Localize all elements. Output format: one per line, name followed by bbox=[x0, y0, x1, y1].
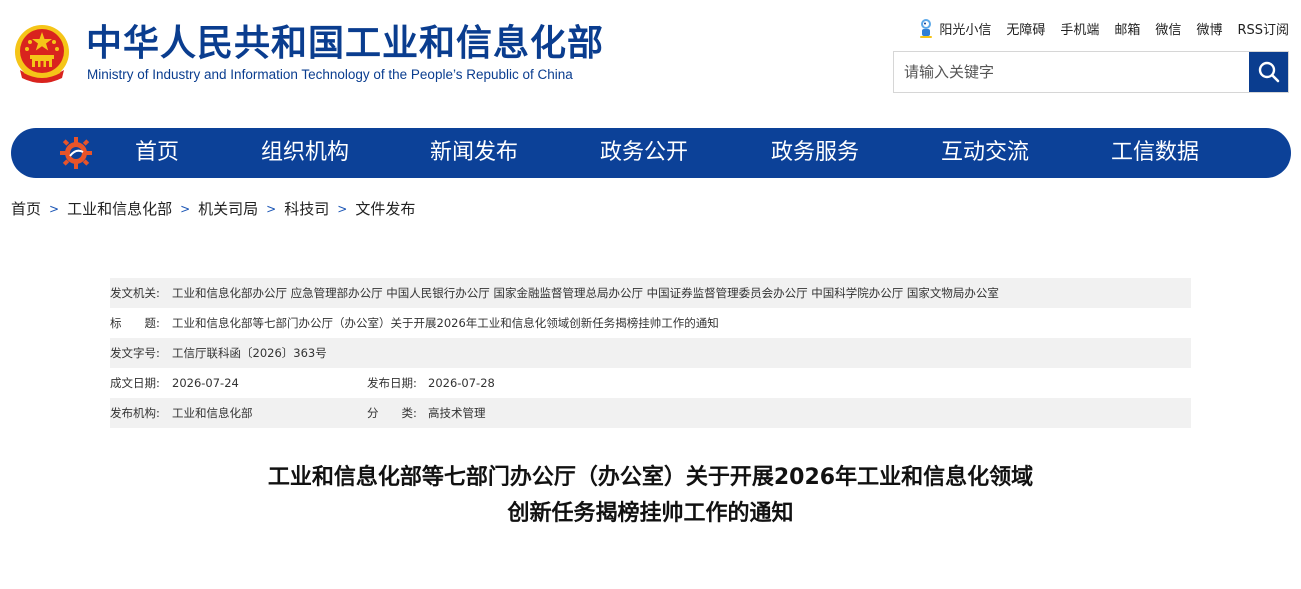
top-link-accessibility[interactable]: 无障碍 bbox=[1006, 19, 1045, 38]
chevron-right-icon: > bbox=[49, 201, 60, 216]
chevron-right-icon: > bbox=[337, 201, 348, 216]
site-title-cn[interactable]: 中华人民共和国工业和信息化部 bbox=[86, 22, 604, 66]
nav-item-data[interactable]: 工信数据 bbox=[1111, 128, 1199, 178]
top-link-label: RSS订阅 bbox=[1237, 22, 1289, 38]
top-link-label: 手机端 bbox=[1060, 22, 1100, 38]
article-title-line: 创新任务揭榜挂帅工作的通知 bbox=[507, 501, 794, 526]
top-link-label: 无障碍 bbox=[1006, 22, 1046, 38]
info-row-issuer: 发文机关: 工业和信息化部办公厅 应急管理部办公厅 中国人民银行办公厅 国家金融… bbox=[110, 278, 1191, 308]
breadcrumb-ministry[interactable]: 工业和信息化部 bbox=[67, 198, 172, 219]
breadcrumb: 首页 > 工业和信息化部 > 机关司局 > 科技司 > 文件发布 bbox=[11, 198, 415, 219]
top-link-label: 微信 bbox=[1155, 22, 1182, 38]
info-label: 发文机关: bbox=[110, 286, 160, 300]
info-value: 工业和信息化部等七部门办公厅（办公室）关于开展2026年工业和信息化领域创新任务… bbox=[172, 316, 719, 330]
nav-item-services[interactable]: 政务服务 bbox=[771, 128, 859, 178]
search-button[interactable] bbox=[1249, 52, 1288, 92]
site-header: 中华人民共和国工业和信息化部 Ministry of Industry and … bbox=[0, 0, 1301, 120]
chevron-right-icon: > bbox=[180, 201, 191, 216]
nav-item-home[interactable]: 首页 bbox=[135, 128, 179, 178]
top-link-wechat[interactable]: 微信 bbox=[1155, 19, 1181, 38]
info-label: 发布机构: bbox=[110, 406, 160, 420]
info-label: 标 题: bbox=[110, 316, 160, 330]
breadcrumb-departments[interactable]: 机关司局 bbox=[198, 198, 258, 219]
chevron-right-icon: > bbox=[266, 201, 277, 216]
nav-item-organization[interactable]: 组织机构 bbox=[261, 128, 349, 178]
mascot-icon bbox=[920, 19, 933, 38]
nav-item-interaction[interactable]: 互动交流 bbox=[941, 128, 1029, 178]
info-label: 成文日期: bbox=[110, 376, 160, 390]
main-nav: 首页 组织机构 新闻发布 政务公开 政务服务 互动交流 工信数据 bbox=[11, 128, 1291, 178]
info-value: 高技术管理 bbox=[428, 406, 486, 420]
nav-item-news[interactable]: 新闻发布 bbox=[430, 128, 518, 178]
nav-item-government-affairs[interactable]: 政务公开 bbox=[600, 128, 688, 178]
top-link-mail[interactable]: 邮箱 bbox=[1114, 19, 1140, 38]
info-value: 工信厅联科函〔2026〕363号 bbox=[172, 346, 327, 360]
search-input[interactable] bbox=[894, 52, 1249, 92]
top-link-rss[interactable]: RSS订阅 bbox=[1237, 19, 1289, 38]
info-value: 2026-07-24 bbox=[172, 376, 239, 390]
info-value: 2026-07-28 bbox=[428, 376, 495, 390]
info-label: 分 类: bbox=[367, 406, 417, 420]
search-icon bbox=[1258, 61, 1279, 83]
breadcrumb-science-dept[interactable]: 科技司 bbox=[284, 198, 329, 219]
top-link-label: 阳光小信 bbox=[939, 22, 992, 38]
article-title: 工业和信息化部等七部门办公厅（办公室）关于开展2026年工业和信息化领域 创新任… bbox=[0, 460, 1301, 532]
info-label: 发文字号: bbox=[110, 346, 160, 360]
national-emblem-icon[interactable] bbox=[12, 22, 72, 86]
site-title-en[interactable]: Ministry of Industry and Information Tec… bbox=[87, 67, 573, 82]
article-title-line: 工业和信息化部等七部门办公厅（办公室）关于开展2026年工业和信息化领域 bbox=[267, 465, 1034, 490]
top-link-label: 微博 bbox=[1196, 22, 1223, 38]
info-row-agency: 发布机构: 工业和信息化部 分 类: 高技术管理 bbox=[110, 398, 1191, 428]
top-link-mobile[interactable]: 手机端 bbox=[1060, 19, 1099, 38]
info-row-dates: 成文日期: 2026-07-24 发布日期: 2026-07-28 bbox=[110, 368, 1191, 398]
top-links: 阳光小信 无障碍 手机端 邮箱 微信 微博 RSS订阅 bbox=[917, 17, 1289, 39]
breadcrumb-documents[interactable]: 文件发布 bbox=[355, 198, 415, 219]
top-link-label: 邮箱 bbox=[1114, 22, 1141, 38]
info-value: 工业和信息化部办公厅 应急管理部办公厅 中国人民银行办公厅 国家金融监督管理总局… bbox=[172, 286, 999, 300]
breadcrumb-home[interactable]: 首页 bbox=[11, 198, 41, 219]
info-value: 工业和信息化部 bbox=[172, 406, 253, 420]
info-row-title: 标 题: 工业和信息化部等七部门办公厅（办公室）关于开展2026年工业和信息化领… bbox=[110, 308, 1191, 338]
document-info-table: 发文机关: 工业和信息化部办公厅 应急管理部办公厅 中国人民银行办公厅 国家金融… bbox=[110, 278, 1191, 428]
info-label: 发布日期: bbox=[367, 376, 417, 390]
top-link-weibo[interactable]: 微博 bbox=[1196, 19, 1222, 38]
miit-gear-logo-icon[interactable] bbox=[59, 136, 93, 170]
info-row-docno: 发文字号: 工信厅联科函〔2026〕363号 bbox=[110, 338, 1191, 368]
top-link-sunshine[interactable]: 阳光小信 bbox=[917, 17, 991, 39]
search-box bbox=[893, 51, 1289, 93]
